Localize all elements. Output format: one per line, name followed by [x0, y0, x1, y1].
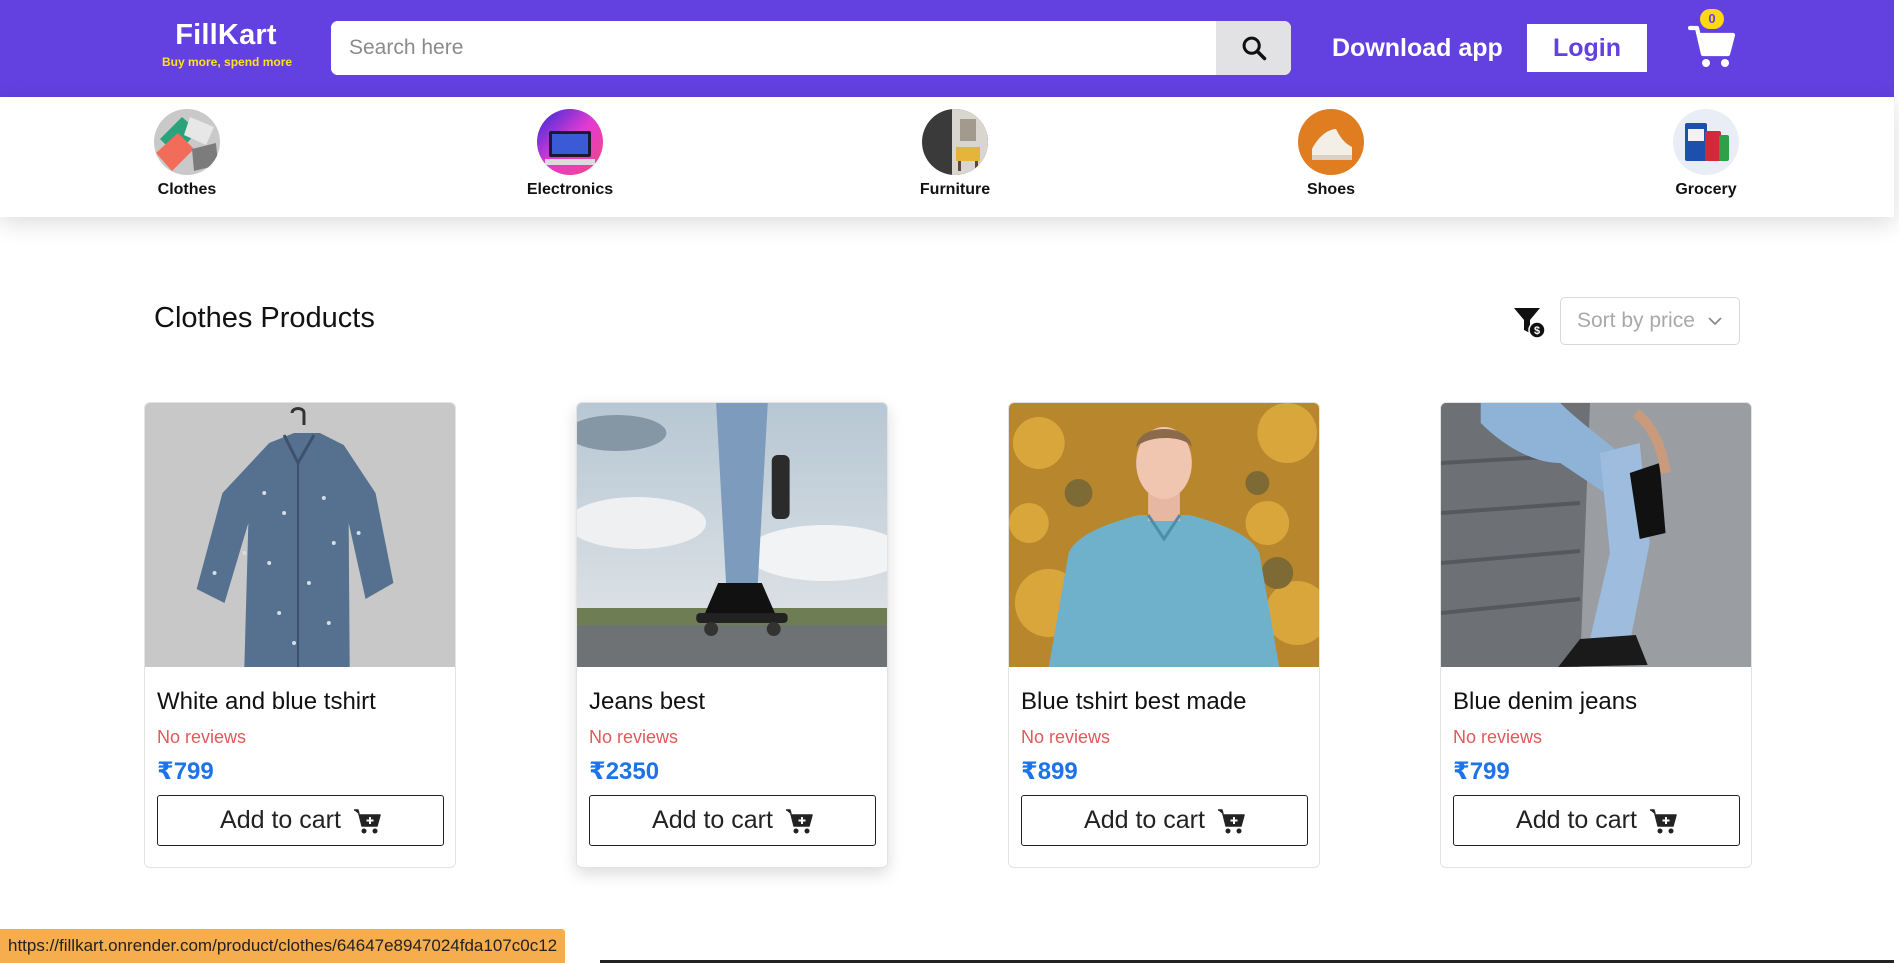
brand-name: FillKart [175, 19, 277, 51]
product-reviews: No reviews [1453, 727, 1543, 747]
product-price: ₹799 [157, 758, 214, 785]
brand-logo[interactable]: FillKart Buy more, spend more [162, 18, 293, 70]
shoes-icon [1298, 109, 1364, 175]
search-bar [331, 21, 1291, 75]
product-reviews: No reviews [1021, 727, 1111, 747]
product-price: ₹2350 [589, 758, 660, 785]
add-to-cart-button[interactable]: Add to cart [1021, 795, 1308, 846]
product-image [1441, 403, 1751, 667]
cart-plus-icon [353, 808, 381, 833]
cart-plus-icon [1217, 808, 1245, 833]
product-reviews: No reviews [157, 727, 247, 747]
category-grocery[interactable]: Grocery [1636, 109, 1776, 199]
search-button[interactable] [1216, 21, 1291, 75]
chevron-down-icon [1708, 317, 1722, 326]
product-card[interactable]: Jeans best No reviews ₹2350 Add to cart [576, 402, 888, 868]
add-to-cart-button[interactable]: Add to cart [1453, 795, 1740, 846]
furniture-icon [922, 109, 988, 175]
category-shoes[interactable]: Shoes [1261, 109, 1401, 199]
category-electronics[interactable]: Electronics [500, 109, 640, 199]
sort-by-price-select[interactable]: Sort by price [1560, 297, 1740, 345]
cart-icon[interactable] [1688, 22, 1736, 70]
cart-count-badge: 0 [1700, 9, 1724, 29]
product-image [1009, 403, 1319, 667]
product-card[interactable]: Blue denim jeans No reviews ₹799 Add to … [1440, 402, 1752, 868]
electronics-icon [537, 109, 603, 175]
svg-text:$: $ [1534, 325, 1540, 337]
product-price: ₹799 [1453, 758, 1510, 785]
product-title[interactable]: Blue denim jeans [1453, 688, 1739, 716]
product-card[interactable]: Blue tshirt best made No reviews ₹899 Ad… [1008, 402, 1320, 868]
brand-tagline: Buy more, spend more [162, 55, 293, 69]
product-title[interactable]: Jeans best [589, 688, 875, 716]
top-header: FillKart Buy more, spend more Download a… [0, 0, 1894, 97]
category-bar: Clothes Electronics Furniture Shoes Groc… [0, 97, 1894, 217]
login-button[interactable]: Login [1527, 24, 1647, 72]
category-furniture[interactable]: Furniture [885, 109, 1025, 199]
add-to-cart-button[interactable]: Add to cart [157, 795, 444, 846]
product-image [577, 403, 887, 667]
clothes-icon [154, 109, 220, 175]
category-label: Furniture [919, 181, 991, 198]
link-status-bar: https://fillkart.onrender.com/product/cl… [0, 929, 566, 963]
download-app-link[interactable]: Download app [1332, 31, 1503, 65]
product-image [145, 403, 455, 667]
grocery-icon [1673, 109, 1739, 175]
category-label: Shoes [1306, 181, 1355, 198]
category-label: Clothes [157, 181, 217, 198]
add-to-cart-label: Add to cart [1084, 806, 1205, 834]
add-to-cart-label: Add to cart [652, 806, 773, 834]
category-label: Electronics [526, 181, 614, 198]
add-to-cart-label: Add to cart [220, 806, 341, 834]
section-title: Clothes Products [154, 302, 375, 334]
filter-price-icon[interactable]: $ [1512, 305, 1546, 339]
category-clothes[interactable]: Clothes [117, 109, 257, 199]
cart-plus-icon [785, 808, 813, 833]
product-title[interactable]: Blue tshirt best made [1021, 688, 1307, 716]
product-price: ₹899 [1021, 758, 1078, 785]
cart-plus-icon [1649, 808, 1677, 833]
search-icon [1242, 36, 1266, 61]
add-to-cart-button[interactable]: Add to cart [589, 795, 876, 846]
search-input[interactable] [331, 21, 1216, 75]
category-label: Grocery [1675, 181, 1737, 198]
product-card[interactable]: White and blue tshirt No reviews ₹799 Ad… [144, 402, 456, 868]
add-to-cart-label: Add to cart [1516, 806, 1637, 834]
sort-label: Sort by price [1577, 309, 1695, 332]
product-reviews: No reviews [589, 727, 679, 747]
product-title[interactable]: White and blue tshirt [157, 688, 443, 716]
